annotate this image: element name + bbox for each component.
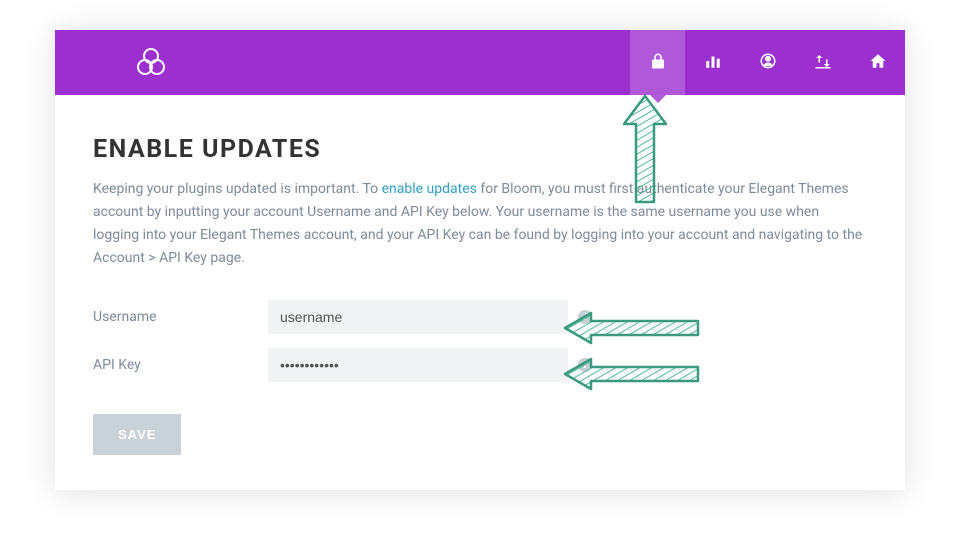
content: ENABLE UPDATES Keeping your plugins upda…: [55, 95, 905, 485]
header-bar: [55, 30, 905, 95]
page-title: ENABLE UPDATES: [93, 135, 865, 164]
username-input[interactable]: [268, 300, 568, 334]
label-apikey: API Key: [93, 357, 268, 373]
nav-home[interactable]: [850, 30, 905, 95]
apikey-input[interactable]: [268, 348, 568, 382]
lock-icon: [649, 52, 667, 74]
nav-updates[interactable]: [630, 30, 685, 95]
user-circle-icon: [759, 52, 777, 74]
header-nav: [630, 30, 905, 95]
settings-panel: ENABLE UPDATES Keeping your plugins upda…: [55, 30, 905, 490]
row-apikey: API Key i: [93, 348, 865, 382]
desc-part1: Keeping your plugins updated is importan…: [93, 181, 382, 197]
info-icon[interactable]: i: [578, 310, 592, 324]
nav-import-export[interactable]: [795, 30, 850, 95]
row-username: Username i: [93, 300, 865, 334]
page-description: Keeping your plugins updated is importan…: [93, 178, 865, 270]
bloom-logo-icon: [133, 45, 169, 81]
info-icon[interactable]: i: [578, 358, 592, 372]
transfer-icon: [814, 52, 832, 74]
home-icon: [869, 52, 887, 74]
bar-chart-icon: [704, 52, 722, 74]
nav-accounts[interactable]: [740, 30, 795, 95]
save-button[interactable]: SAVE: [93, 414, 181, 455]
nav-stats[interactable]: [685, 30, 740, 95]
label-username: Username: [93, 309, 268, 325]
enable-updates-link[interactable]: enable updates: [382, 181, 477, 197]
